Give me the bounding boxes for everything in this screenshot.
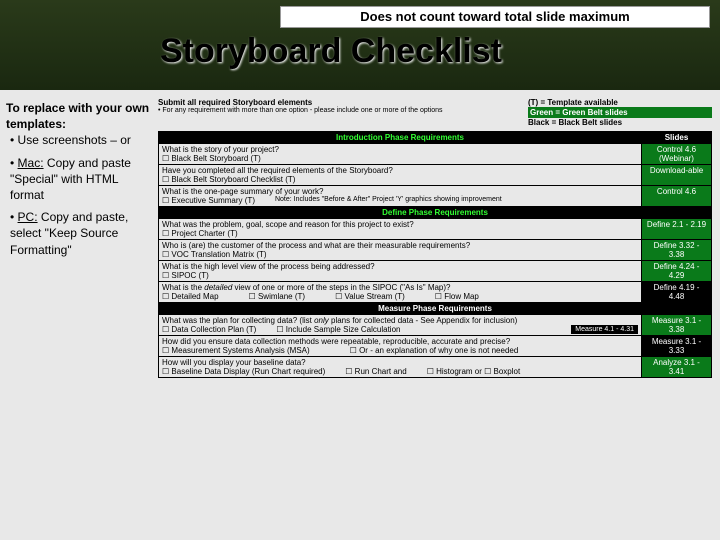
sidebar-item: • Mac: Copy and paste "Special" with HTM…	[10, 155, 150, 204]
question-row: What is the one-page summary of your wor…	[159, 186, 642, 207]
question-row: What is the high level view of the proce…	[159, 261, 642, 282]
sidebar-item: • PC: Copy and paste, select "Keep Sourc…	[10, 209, 150, 258]
page-title: Storyboard Checklist	[160, 32, 502, 71]
sidebar-instructions: To replace with your own templates: • Us…	[6, 100, 150, 264]
sidebar-item: • Use screenshots – or	[10, 132, 150, 148]
question-row: What is the detailed view of one or more…	[159, 282, 642, 303]
question-row: Who is (are) the customer of the process…	[159, 240, 642, 261]
legend: (T) = Template available Green = Green B…	[528, 98, 712, 127]
define-phase-header: Define Phase Requirements	[159, 207, 712, 219]
question-row: What was the problem, goal, scope and re…	[159, 219, 642, 240]
banner-note: Does not count toward total slide maximu…	[280, 6, 710, 28]
question-row: How did you ensure data collection metho…	[159, 336, 642, 357]
checklist-content: Submit all required Storyboard elements …	[158, 98, 712, 378]
sidebar-heading: To replace with your own templates:	[6, 100, 150, 132]
checklist-table: Introduction Phase RequirementsSlides Wh…	[158, 131, 712, 378]
submit-note: Submit all required Storyboard elements …	[158, 98, 528, 127]
question-row: Have you completed all the required elem…	[159, 165, 642, 186]
question-row: How will you display your baseline data?…	[159, 357, 642, 378]
intro-phase-header: Introduction Phase Requirements	[159, 132, 642, 144]
question-row: What was the plan for collecting data? (…	[159, 315, 642, 336]
question-row: What is the story of your project?Black …	[159, 144, 642, 165]
measure-phase-header: Measure Phase Requirements	[159, 303, 712, 315]
